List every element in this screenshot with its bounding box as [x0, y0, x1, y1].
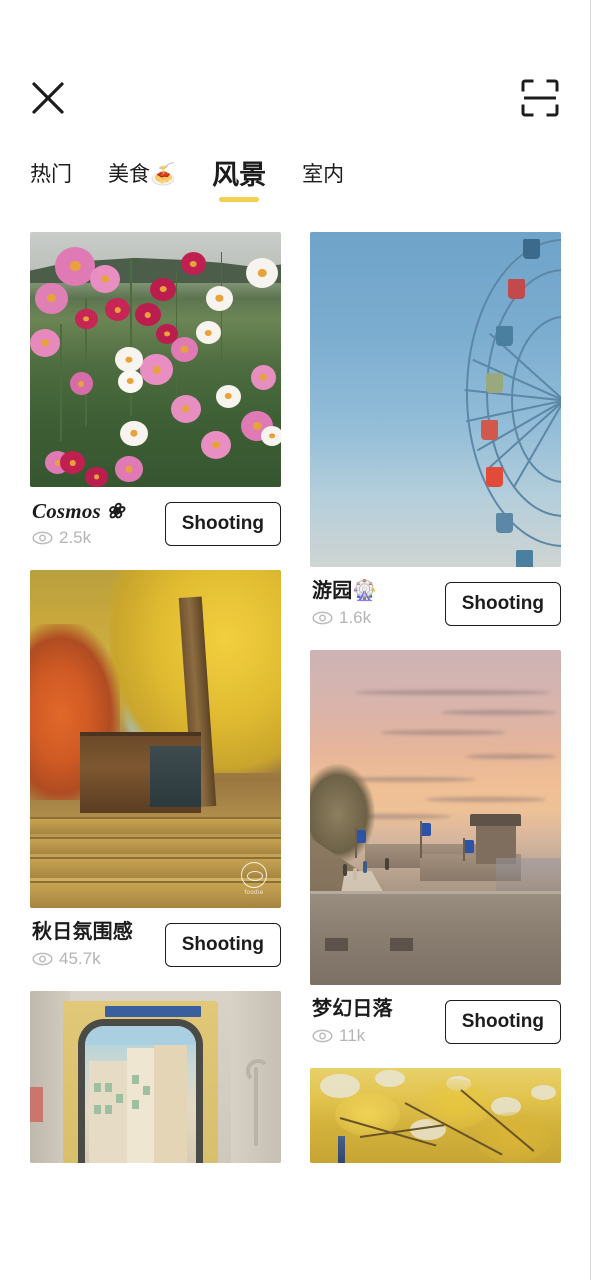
tab-hot[interactable]: 热门 — [30, 160, 72, 204]
view-count: 45.7k — [32, 949, 133, 969]
tab-label: 风景 — [212, 160, 267, 190]
photo-feed: Cosmos ❀ 2.5k Shooting foodie 秋日氛围感 45.7… — [0, 232, 590, 1185]
photo-card[interactable]: foodie 秋日氛围感 45.7k Shooting — [30, 570, 281, 969]
card-meta: 梦幻日落 11k Shooting — [310, 985, 561, 1046]
view-count: 11k — [312, 1026, 393, 1046]
photo-fortress-wall-sunset[interactable] — [310, 650, 561, 985]
photo-art — [30, 232, 281, 487]
photo-train-door-window[interactable] — [30, 991, 281, 1163]
top-bar — [0, 0, 590, 150]
photo-ferris-wheel-blue-sky[interactable] — [310, 232, 561, 567]
tab-label: 美食🍝 — [108, 163, 177, 186]
view-count-value: 2.5k — [59, 528, 92, 547]
eye-icon — [32, 952, 53, 966]
photo-art — [310, 650, 561, 985]
card-meta-left: 秋日氛围感 45.7k — [32, 920, 133, 969]
foodie-watermark: foodie — [237, 862, 271, 896]
photo-art — [310, 1068, 561, 1163]
photo-card[interactable]: 游园🎡 1.6k Shooting — [310, 232, 561, 628]
card-meta: 游园🎡 1.6k Shooting — [310, 567, 561, 628]
card-title: 游园🎡 — [312, 580, 378, 602]
eye-icon — [312, 611, 333, 625]
close-icon[interactable] — [30, 80, 66, 116]
photo-card[interactable]: 梦幻日落 11k Shooting — [310, 650, 561, 1046]
photo-art — [30, 991, 281, 1163]
card-meta: Cosmos ❀ 2.5k Shooting — [30, 487, 281, 548]
photo-card[interactable] — [310, 1068, 561, 1163]
watermark-label: foodie — [244, 890, 264, 896]
view-count: 1.6k — [312, 608, 378, 628]
feed-column-left: Cosmos ❀ 2.5k Shooting foodie 秋日氛围感 45.7… — [30, 232, 281, 1185]
shooting-button[interactable]: Shooting — [444, 582, 561, 626]
shooting-button[interactable]: Shooting — [164, 502, 281, 546]
card-meta: 秋日氛围感 45.7k Shooting — [30, 908, 281, 969]
tab-scenery[interactable]: 风景 — [212, 160, 266, 204]
scan-frame-icon[interactable] — [520, 78, 560, 118]
app-screen: 热门 美食🍝 风景 室内 Cosmos ❀ 2.5k Shooting food… — [0, 0, 591, 1280]
photo-cosmos-flower-field[interactable] — [30, 232, 281, 487]
feed-column-right: 游园🎡 1.6k Shooting 梦幻日落 11k Shooting — [310, 232, 561, 1185]
shooting-button[interactable]: Shooting — [444, 1000, 561, 1044]
tab-underline — [219, 197, 260, 202]
photo-golden-ginkgo-canopy[interactable] — [310, 1068, 561, 1163]
shooting-button[interactable]: Shooting — [164, 923, 281, 967]
tab-label: 热门 — [30, 163, 72, 186]
card-meta-left: Cosmos ❀ 2.5k — [32, 499, 124, 548]
tab-indoor[interactable]: 室内 — [302, 160, 344, 204]
card-meta-left: 梦幻日落 11k — [312, 997, 393, 1046]
photo-card[interactable] — [30, 991, 281, 1163]
eye-icon — [312, 1029, 333, 1043]
card-title: 梦幻日落 — [312, 998, 393, 1020]
photo-card[interactable]: Cosmos ❀ 2.5k Shooting — [30, 232, 281, 548]
view-count-value: 45.7k — [59, 949, 101, 968]
eye-icon — [32, 531, 53, 545]
foodie-ring-icon — [241, 862, 267, 888]
view-count-value: 1.6k — [339, 608, 372, 627]
view-count: 2.5k — [32, 528, 124, 548]
view-count-value: 11k — [339, 1026, 366, 1045]
photo-autumn-cafe-ginkgo[interactable]: foodie — [30, 570, 281, 908]
category-tabs: 热门 美食🍝 风景 室内 — [30, 160, 380, 204]
card-title: 秋日氛围感 — [32, 921, 133, 943]
tab-label: 室内 — [302, 163, 345, 186]
tab-food[interactable]: 美食🍝 — [108, 160, 176, 204]
photo-art — [310, 232, 561, 567]
card-meta-left: 游园🎡 1.6k — [312, 579, 378, 628]
card-title: Cosmos ❀ — [32, 499, 125, 523]
photo-art — [30, 570, 281, 908]
